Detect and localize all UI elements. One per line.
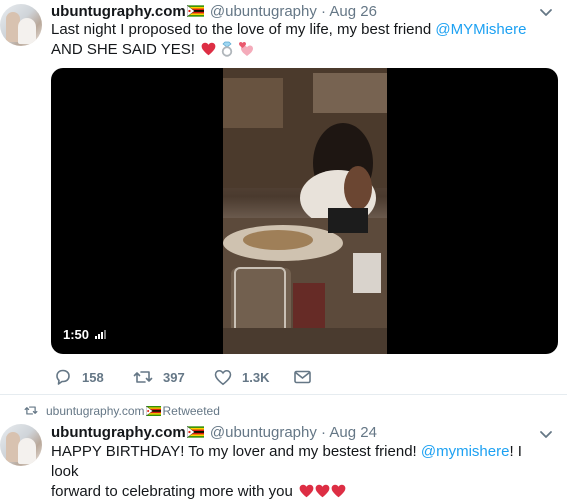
tweet-2[interactable]: ubuntugraphy.com @ubuntugraphy · Aug 24 … bbox=[0, 420, 567, 500]
reply-button[interactable]: 158 bbox=[54, 367, 104, 387]
chevron-down-icon[interactable] bbox=[539, 430, 553, 440]
reply-count: 158 bbox=[82, 369, 104, 385]
like-count: 1.3K bbox=[242, 369, 270, 385]
tweet-actions: 158 397 1.3K bbox=[51, 367, 551, 387]
tweet-date[interactable]: Aug 26 bbox=[329, 3, 377, 20]
red-heart-icon bbox=[201, 42, 216, 56]
video-duration-text: 1:50 bbox=[63, 327, 90, 342]
divider bbox=[0, 394, 567, 395]
retweeter-name[interactable]: ubuntugraphy.com bbox=[46, 404, 145, 418]
chevron-down-icon[interactable] bbox=[539, 8, 553, 18]
tweet-text-line1: HAPPY BIRTHDAY! To my lover and my beste… bbox=[51, 443, 421, 460]
like-heart-icon bbox=[214, 369, 232, 385]
video-player[interactable]: 1:50 bbox=[51, 68, 558, 354]
retweeted-label: Retweeted bbox=[162, 404, 220, 418]
tweet-text: HAPPY BIRTHDAY! To my lover and my beste… bbox=[51, 442, 551, 502]
tweet-header: ubuntugraphy.com @ubuntugraphy · Aug 24 bbox=[51, 424, 377, 442]
tweet-date[interactable]: Aug 24 bbox=[329, 424, 377, 441]
avatar[interactable] bbox=[0, 4, 42, 46]
separator: · bbox=[321, 3, 327, 20]
video-frame[interactable] bbox=[223, 68, 387, 354]
zimbabwe-flag-icon bbox=[187, 5, 204, 17]
tweet-text-line2: forward to celebrating more with you bbox=[51, 483, 293, 500]
zimbabwe-flag-icon bbox=[187, 426, 204, 438]
two-hearts-icon bbox=[239, 42, 254, 56]
red-heart-icon bbox=[315, 484, 330, 498]
retweet-count: 397 bbox=[163, 369, 185, 385]
author-handle[interactable]: @ubuntugraphy bbox=[210, 424, 317, 441]
author-name[interactable]: ubuntugraphy.com bbox=[51, 3, 186, 20]
tweet-text: Last night I proposed to the love of my … bbox=[51, 20, 551, 60]
zimbabwe-flag-icon bbox=[146, 406, 161, 416]
retweet-icon bbox=[133, 371, 153, 383]
author-name[interactable]: ubuntugraphy.com bbox=[51, 424, 186, 441]
direct-message-button[interactable] bbox=[294, 367, 321, 387]
avatar[interactable] bbox=[0, 424, 42, 466]
video-thumbnail-image bbox=[223, 68, 387, 354]
reply-icon bbox=[56, 369, 70, 385]
red-heart-icon bbox=[331, 484, 346, 498]
retweet-button[interactable]: 397 bbox=[133, 367, 185, 387]
retweet-context: ubuntugraphy.com Retweeted bbox=[24, 404, 220, 418]
mention-link[interactable]: @mymishere bbox=[421, 443, 510, 460]
views-bars-icon bbox=[94, 330, 106, 339]
tweet-text-line1: Last night I proposed to the love of my … bbox=[51, 21, 436, 38]
tweet-header: ubuntugraphy.com @ubuntugraphy · Aug 26 bbox=[51, 3, 377, 21]
ring-icon bbox=[222, 41, 233, 57]
video-duration: 1:50 bbox=[63, 327, 107, 342]
author-handle[interactable]: @ubuntugraphy bbox=[210, 3, 317, 20]
like-button[interactable]: 1.3K bbox=[214, 367, 269, 387]
separator: · bbox=[321, 424, 327, 441]
retweet-icon bbox=[24, 406, 38, 415]
tweet-1[interactable]: ubuntugraphy.com @ubuntugraphy · Aug 26 … bbox=[0, 0, 567, 395]
envelope-icon bbox=[294, 370, 311, 384]
red-heart-icon bbox=[299, 484, 314, 498]
tweet-text-line2: AND SHE SAID YES! bbox=[51, 41, 195, 58]
mention-link[interactable]: @MYMishere bbox=[435, 21, 526, 38]
